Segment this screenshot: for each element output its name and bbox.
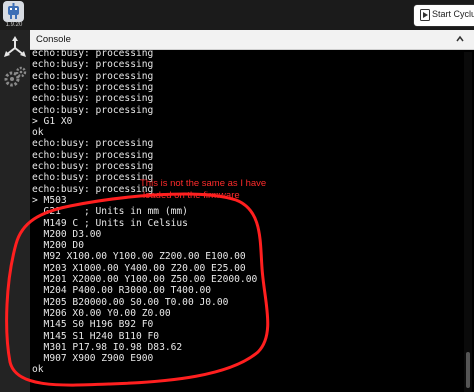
console-line: > M503 <box>32 194 67 206</box>
console-line: echo:busy: processing <box>32 161 154 172</box>
console-line: M201 X2000.00 Y100.00 Z50.00 E2000.00 <box>32 274 258 285</box>
axes-icon[interactable] <box>3 36 27 60</box>
console-line: M145 S1 H240 B110 F0 <box>32 330 160 342</box>
app-logo[interactable] <box>3 1 24 22</box>
console-line: echo:busy: processing <box>32 138 154 150</box>
app-version: 1.9.20 <box>5 22 23 28</box>
console-line: M206 X0.00 Y0.00 Z0.00 <box>32 307 171 319</box>
start-cyclus-button[interactable]: Start Cyclus <box>414 5 474 26</box>
console-panel: Console echo:busy: processing echo:busy: … <box>30 30 474 392</box>
start-cyclus-label: Start Cyclus <box>432 9 474 19</box>
annotation-text: This is not the same as I have loaded on… <box>140 178 340 202</box>
console-line: echo:busy: processing <box>32 70 154 82</box>
console-line: ok <box>32 127 44 139</box>
console-line: M301 P17.98 I0.98 D83.62 <box>32 341 183 353</box>
console-line: echo:busy: processing <box>32 149 154 161</box>
console-line: echo:busy: processing <box>32 104 154 116</box>
console-line: M907 X900 Z900 E900 <box>32 353 154 365</box>
console-line: echo:busy: processing <box>32 59 154 71</box>
console-line: M204 P400.00 R3000.00 T400.00 <box>32 285 212 297</box>
annotation-line-1: This is not the same as I have <box>140 178 267 189</box>
play-icon <box>420 9 430 21</box>
console-line: M145 S0 H196 B92 F0 <box>32 319 154 331</box>
chevron-up-icon[interactable] <box>455 34 465 44</box>
top-bar: 1.9.20 Start Cyclus <box>0 0 474 30</box>
console-line: echo:busy: processing <box>32 48 154 59</box>
console-line: echo:busy: processing <box>32 183 154 195</box>
console-line: M92 X100.00 Y100.00 Z200.00 E100.00 <box>32 251 246 263</box>
console-line: M200 D3.00 <box>32 228 102 240</box>
console-line: M149 C ; Units in Celsius <box>32 217 188 229</box>
console-title: Console <box>36 34 71 45</box>
console-output[interactable]: echo:busy: processing echo:busy: processi… <box>30 46 474 392</box>
console-line: G21 ; Units in mm (mm) <box>32 206 188 218</box>
scroll-thumb[interactable] <box>466 352 470 388</box>
console-line: M203 X1000.00 Y400.00 Z20.00 E25.00 <box>32 262 246 274</box>
console-scrollbar[interactable] <box>464 52 472 392</box>
console-line: M200 D0 <box>32 240 84 252</box>
robot-icon <box>8 3 19 19</box>
console-line: > G1 X0 <box>32 115 73 127</box>
console-line: echo:busy: processing <box>32 81 154 93</box>
console-line: echo:busy: processing <box>32 93 154 105</box>
console-line: echo:busy: processing <box>32 172 154 184</box>
left-rail <box>0 30 30 392</box>
console-line: ok <box>32 364 44 376</box>
annotation-line-2: loaded on the firmware <box>143 190 240 201</box>
gears-icon[interactable] <box>3 66 27 90</box>
console-line: M205 B20000.00 S0.00 T0.00 J0.00 <box>32 296 229 308</box>
